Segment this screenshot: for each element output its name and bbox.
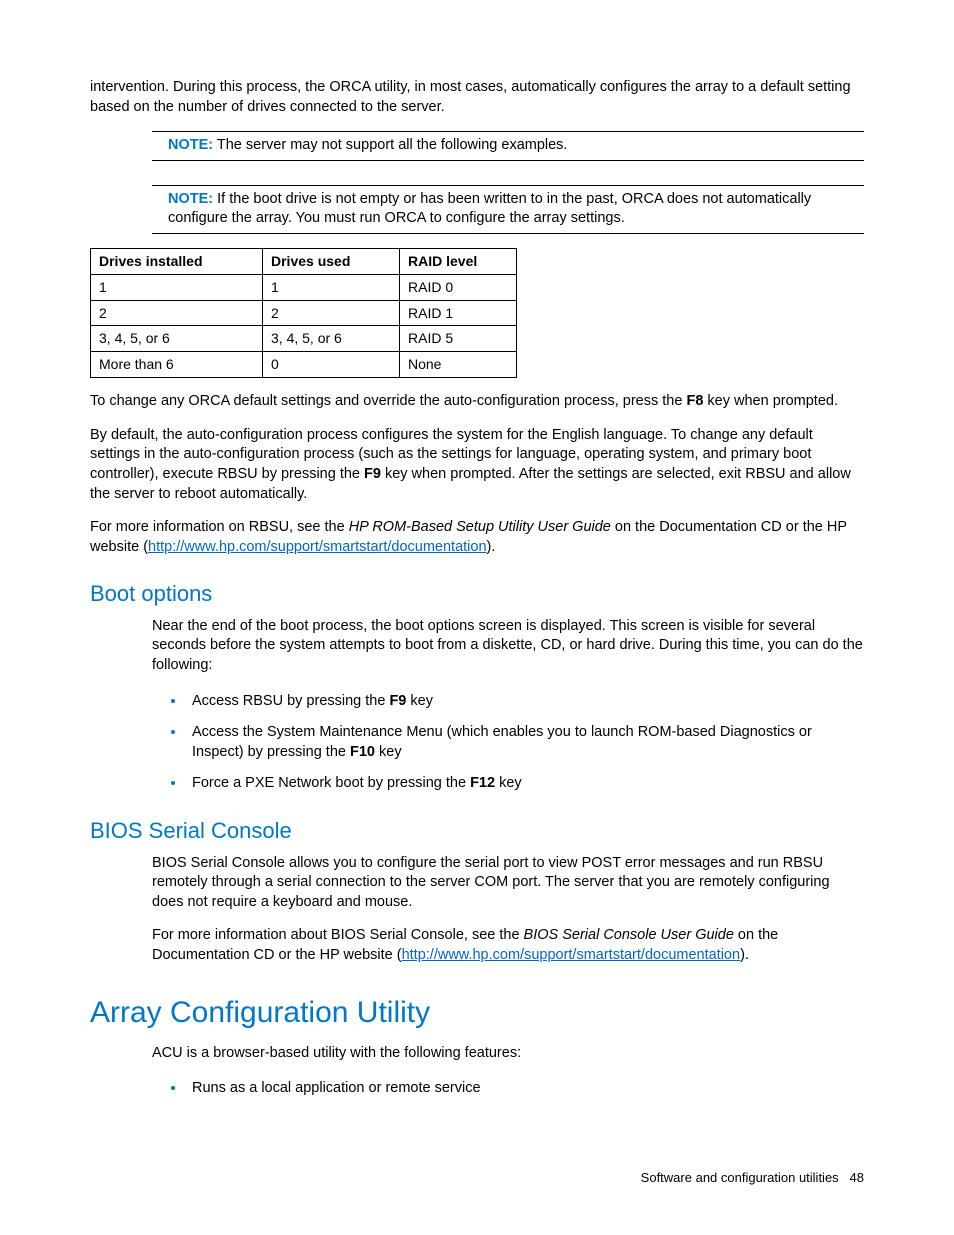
page-footer: Software and configuration utilities 48 <box>641 1169 864 1187</box>
note-rule-top <box>152 131 864 132</box>
table-row: 1 1 RAID 0 <box>91 274 517 300</box>
cell: 2 <box>263 300 400 326</box>
cell: More than 6 <box>91 352 263 378</box>
cell: 0 <box>263 352 400 378</box>
key-f9: F9 <box>389 693 406 709</box>
key-f10: F10 <box>350 744 375 760</box>
col-header: Drives installed <box>91 248 263 274</box>
heading-boot-options: Boot options <box>90 579 864 609</box>
note-label: NOTE: <box>168 137 213 153</box>
heading-bios-serial: BIOS Serial Console <box>90 816 864 846</box>
table-header-row: Drives installed Drives used RAID level <box>91 248 517 274</box>
key-f8: F8 <box>686 393 703 409</box>
footer-title: Software and configuration utilities <box>641 1170 839 1185</box>
key-f12: F12 <box>470 775 495 791</box>
note-2: NOTE: If the boot drive is not empty or … <box>168 190 864 229</box>
table-row: More than 6 0 None <box>91 352 517 378</box>
cell: None <box>400 352 517 378</box>
list-item: Force a PXE Network boot by pressing the… <box>186 772 864 794</box>
cell: RAID 1 <box>400 300 517 326</box>
note-1: NOTE: The server may not support all the… <box>168 136 864 156</box>
cell: RAID 0 <box>400 274 517 300</box>
paragraph-f8: To change any ORCA default settings and … <box>90 392 864 412</box>
note-rule-bottom <box>152 233 864 234</box>
link-hp-smartstart[interactable]: http://www.hp.com/support/smartstart/doc… <box>402 947 740 963</box>
col-header: RAID level <box>400 248 517 274</box>
col-header: Drives used <box>263 248 400 274</box>
note-label: NOTE: <box>168 191 213 207</box>
heading-acu: Array Configuration Utility <box>90 993 864 1034</box>
link-hp-smartstart[interactable]: http://www.hp.com/support/smartstart/doc… <box>148 539 486 555</box>
acu-list: Runs as a local application or remote se… <box>152 1077 864 1099</box>
bios-paragraph-1: BIOS Serial Console allows you to config… <box>152 854 864 913</box>
key-f9: F9 <box>364 466 381 482</box>
cell: 2 <box>91 300 263 326</box>
paragraph-f9: By default, the auto-configuration proce… <box>90 426 864 504</box>
cell: 1 <box>91 274 263 300</box>
acu-paragraph: ACU is a browser-based utility with the … <box>152 1044 864 1064</box>
note-text: If the boot drive is not empty or has be… <box>168 191 811 227</box>
list-item: Access the System Maintenance Menu (whic… <box>186 721 864 762</box>
table-row: 2 2 RAID 1 <box>91 300 517 326</box>
cell: 1 <box>263 274 400 300</box>
boot-list: Access RBSU by pressing the F9 key Acces… <box>152 690 864 794</box>
bios-paragraph-2: For more information about BIOS Serial C… <box>152 926 864 965</box>
cell: RAID 5 <box>400 326 517 352</box>
note-rule-top <box>152 185 864 186</box>
list-item: Runs as a local application or remote se… <box>186 1077 864 1099</box>
list-item: Access RBSU by pressing the F9 key <box>186 690 864 712</box>
note-text: The server may not support all the follo… <box>213 137 567 153</box>
page-number: 48 <box>850 1170 864 1185</box>
intro-paragraph: intervention. During this process, the O… <box>90 78 864 117</box>
table-row: 3, 4, 5, or 6 3, 4, 5, or 6 RAID 5 <box>91 326 517 352</box>
cell: 3, 4, 5, or 6 <box>91 326 263 352</box>
paragraph-rbsu-link: For more information on RBSU, see the HP… <box>90 518 864 557</box>
boot-paragraph: Near the end of the boot process, the bo… <box>152 617 864 676</box>
raid-table: Drives installed Drives used RAID level … <box>90 248 517 378</box>
cell: 3, 4, 5, or 6 <box>263 326 400 352</box>
